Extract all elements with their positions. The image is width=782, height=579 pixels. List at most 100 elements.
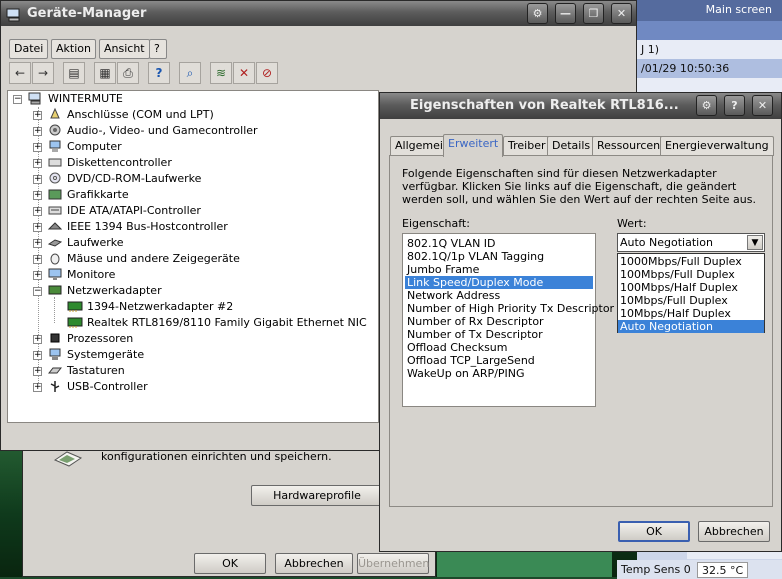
cancel-button-system[interactable]: Abbrechen [275, 553, 353, 574]
back-icon[interactable]: ← [9, 62, 31, 84]
device-tree[interactable]: − WINTERMUTE + Anschlüsse (COM und LPT) … [7, 90, 379, 423]
adapter-description: Folgende Eigenschaften sind für diesen N… [402, 167, 756, 206]
tab-energieverwaltung[interactable]: Energieverwaltung [660, 136, 774, 156]
port-icon [48, 92, 62, 119]
menu-help[interactable]: ? [149, 39, 167, 59]
property-item[interactable]: 802.1Q VLAN ID [405, 237, 593, 250]
value-option[interactable]: 10Mbps/Full Duplex [618, 294, 764, 307]
value-option[interactable]: 10Mbps/Half Duplex [618, 307, 764, 320]
hardware-profile-icon [53, 448, 83, 468]
close-button[interactable]: ✕ [611, 3, 632, 24]
property-label: Eigenschaft: [402, 217, 470, 230]
property-item[interactable]: Jumbo Frame [405, 263, 593, 276]
system-device-icon [48, 348, 62, 361]
computer-root-icon [28, 92, 42, 105]
category-network-adapters[interactable]: Netzwerkadapter [67, 283, 162, 299]
value-option[interactable]: 100Mbps/Full Duplex [618, 268, 764, 281]
menu-datei[interactable]: Datei [9, 39, 49, 59]
property-item[interactable]: 802.1Q/1p VLAN Tagging [405, 250, 593, 263]
gear-icon[interactable]: ⚙ [696, 95, 717, 116]
category-graphics[interactable]: Grafikkarte [67, 187, 129, 203]
help-icon[interactable]: ? [148, 62, 170, 84]
monitor-timestamp: /01/29 10:50:36 [637, 59, 782, 78]
root-expander[interactable]: − [13, 95, 22, 104]
processor-icon [48, 332, 62, 345]
property-item[interactable]: Offload Checksum [405, 341, 593, 354]
property-list[interactable]: 802.1Q VLAN ID 802.1Q/1p VLAN Tagging Ju… [402, 233, 614, 407]
adapter-dialog-titlebar[interactable]: Eigenschaften von Realtek RTL816... ⚙ ? … [380, 93, 781, 119]
menu-ansicht[interactable]: Ansicht [99, 39, 150, 59]
value-option[interactable]: 1000Mbps/Full Duplex [618, 255, 764, 268]
category-audio[interactable]: Audio-, Video- und Gamecontroller [67, 123, 258, 139]
device-manager-titlebar[interactable]: Geräte-Manager ⚙ — ❐ ✕ [1, 1, 636, 26]
value-option[interactable]: 100Mbps/Half Duplex [618, 281, 764, 294]
tab-erweitert[interactable]: Erweitert [443, 134, 504, 157]
property-item[interactable]: Number of Tx Descriptor [405, 328, 593, 341]
property-item[interactable]: Number of Rx Descriptor [405, 315, 593, 328]
category-computer[interactable]: Computer [67, 139, 122, 155]
property-item[interactable]: Network Address [405, 289, 593, 302]
close-button[interactable]: ✕ [752, 95, 773, 116]
ok-button-system[interactable]: OK [194, 553, 266, 574]
disable-device-icon[interactable]: ⊘ [256, 62, 278, 84]
device-realtek-nic[interactable]: Realtek RTL8169/8110 Family Gigabit Ethe… [87, 315, 367, 331]
device-1394-net-adapter[interactable]: 1394-Netzwerkadapter #2 [87, 299, 233, 315]
category-floppy[interactable]: Diskettencontroller [67, 155, 172, 171]
show-hide-tree-icon[interactable]: ▤ [63, 62, 85, 84]
properties-icon[interactable]: ▦ [94, 62, 116, 84]
category-processors[interactable]: Prozessoren [67, 331, 133, 347]
category-monitors[interactable]: Monitore [67, 267, 115, 283]
category-drives[interactable]: Laufwerke [67, 235, 124, 251]
adapter-dialog-title: Eigenschaften von Realtek RTL816... [410, 98, 679, 113]
category-ieee1394[interactable]: IEEE 1394 Bus-Hostcontroller [67, 219, 228, 235]
display-adapter-icon [48, 188, 62, 201]
scan-hardware-icon[interactable]: ⌕ [179, 62, 201, 84]
property-item-selected[interactable]: Link Speed/Duplex Mode [405, 276, 593, 289]
temp-sensor-value: 32.5 °C [697, 562, 749, 578]
ok-button[interactable]: OK [618, 521, 690, 542]
minimize-button[interactable]: — [555, 3, 576, 24]
category-keyboards[interactable]: Tastaturen [67, 363, 125, 379]
network-adapter-icon [48, 284, 62, 297]
forward-icon[interactable]: → [32, 62, 54, 84]
audio-icon [48, 124, 62, 137]
property-item[interactable]: Number of High Priority Tx Descriptor [405, 302, 614, 315]
gear-icon[interactable]: ⚙ [527, 3, 548, 24]
category-mice[interactable]: Mäuse und andere Zeigegeräte [67, 251, 240, 267]
maximize-button[interactable]: ❐ [583, 3, 604, 24]
print-icon[interactable]: ⎙ [117, 62, 139, 84]
property-item[interactable]: WakeUp on ARP/PING [405, 367, 593, 380]
category-ide[interactable]: IDE ATA/ATAPI-Controller [67, 203, 201, 219]
profile-description: konfigurationen einrichten und speichern… [101, 450, 332, 463]
main-screen-title: Main screen [637, 0, 782, 21]
uninstall-icon[interactable]: ✕ [233, 62, 255, 84]
category-ports[interactable]: Anschlüsse (COM und LPT) [67, 107, 214, 123]
value-select-current: Auto Negotiation [620, 236, 713, 249]
nic-icon [67, 316, 83, 329]
update-driver-icon[interactable]: ≋ [210, 62, 232, 84]
tab-treiber[interactable]: Treiber [503, 136, 551, 156]
tab-ressourcen[interactable]: Ressourcen [592, 136, 666, 156]
apply-button-system: Übernehmen [357, 553, 429, 574]
property-item[interactable]: Offload TCP_LargeSend [405, 354, 593, 367]
device-manager-icon [6, 6, 22, 22]
ide-controller-icon [48, 204, 62, 217]
value-select[interactable]: Auto Negotiation ▼ [617, 233, 765, 252]
category-usb[interactable]: USB-Controller [67, 379, 148, 395]
temp-sensor-row: Temp Sens 0 32.5 °C [617, 560, 782, 579]
category-expander[interactable]: + [33, 111, 42, 120]
menu-aktion[interactable]: Aktion [51, 39, 96, 59]
computer-icon [48, 140, 62, 153]
cdrom-icon [48, 172, 62, 185]
value-dropdown-list[interactable]: 1000Mbps/Full Duplex 100Mbps/Full Duplex… [617, 253, 765, 333]
hardware-profiles-button[interactable]: Hardwareprofile [251, 485, 383, 506]
cancel-button[interactable]: Abbrechen [698, 521, 770, 542]
help-button[interactable]: ? [724, 95, 745, 116]
tab-details[interactable]: Details [547, 136, 596, 156]
value-option-selected[interactable]: Auto Negotiation [618, 320, 764, 333]
temp-sensor-label: Temp Sens 0 [621, 563, 691, 576]
category-dvd-cdrom[interactable]: DVD/CD-ROM-Laufwerke [67, 171, 201, 187]
monitor-icon [48, 268, 62, 281]
chevron-down-icon[interactable]: ▼ [747, 235, 763, 250]
category-system-devices[interactable]: Systemgeräte [67, 347, 144, 363]
